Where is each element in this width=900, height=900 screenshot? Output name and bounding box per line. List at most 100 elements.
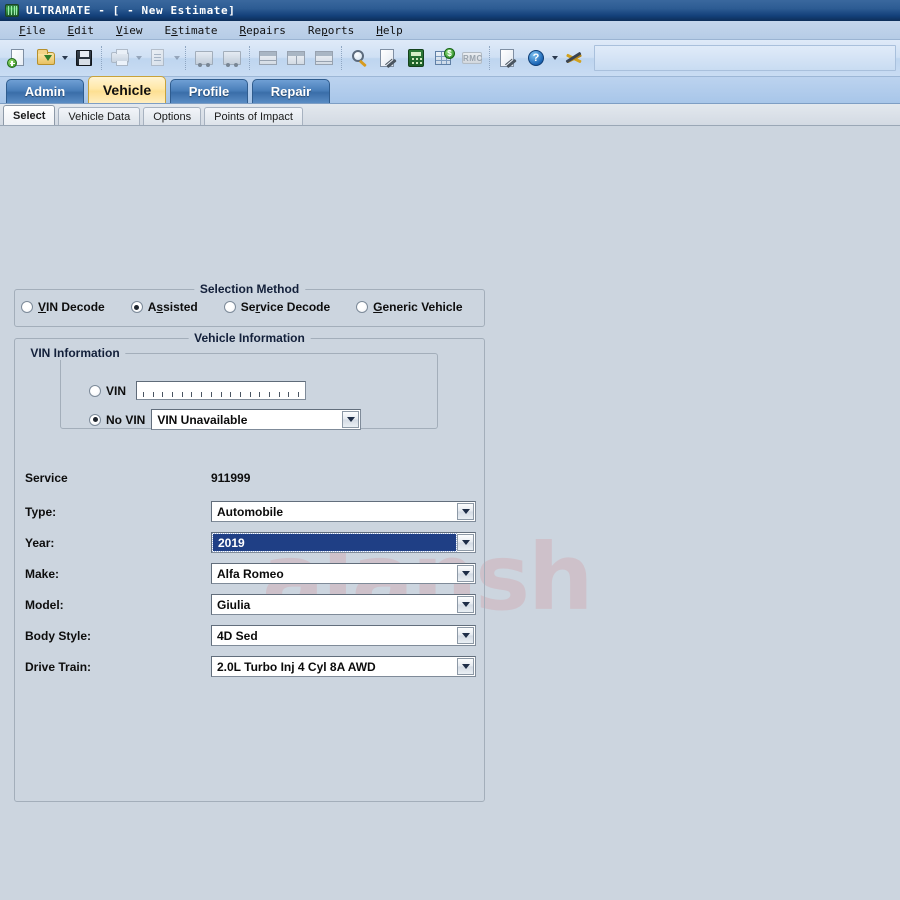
menu-bar: File Edit View Estimate Repairs Reports …	[0, 21, 900, 40]
radio-dot-icon	[130, 301, 143, 313]
help-dropdown-icon[interactable]	[550, 43, 560, 73]
label-model: Model:	[25, 597, 64, 612]
open-folder-dropdown-icon[interactable]	[60, 43, 70, 73]
document-settings-icon[interactable]	[374, 43, 402, 73]
vin-tick	[220, 392, 222, 397]
menu-estimate[interactable]: Estimate	[154, 24, 229, 37]
type-combo[interactable]: Automobile	[211, 501, 476, 522]
open-folder-icon[interactable]	[32, 43, 60, 73]
print-preview-dropdown-icon[interactable]	[172, 43, 182, 73]
layout-split-icon[interactable]	[282, 43, 310, 73]
main-tab-bar: Admin Vehicle Profile Repair	[0, 76, 900, 104]
chevron-down-icon[interactable]	[457, 596, 474, 613]
radio-label-vin: VIN	[106, 383, 127, 398]
layout-bottom-icon[interactable]	[310, 43, 338, 73]
export-vehicle-icon[interactable]	[218, 43, 246, 73]
model-combo[interactable]: Giulia	[211, 594, 476, 615]
body-style-combo[interactable]: 4D Sed	[211, 625, 476, 646]
toolbar-separator	[185, 46, 187, 70]
radio-generic-vehicle[interactable]: Generic Vehicle	[356, 300, 463, 314]
menu-help[interactable]: Help	[365, 24, 414, 37]
radio-no-vin[interactable]: No VIN	[89, 413, 145, 427]
chevron-down-icon[interactable]	[457, 565, 474, 582]
subtab-points-of-impact[interactable]: Points of Impact	[204, 107, 303, 125]
print-icon[interactable]	[106, 43, 134, 73]
subtab-options[interactable]: Options	[143, 107, 202, 125]
help-question-icon[interactable]: ?	[522, 43, 550, 73]
make-combo[interactable]: Alfa Romeo	[211, 563, 476, 584]
window-title: ULTRAMATE - [ - New Estimate]	[26, 4, 236, 17]
radio-dot-icon	[223, 301, 236, 313]
print-dropdown-icon[interactable]	[134, 43, 144, 73]
vin-information-legend: VIN Information	[24, 346, 126, 360]
toolbar-separator	[101, 46, 103, 70]
tab-profile[interactable]: Profile	[170, 79, 248, 103]
chevron-down-icon[interactable]	[457, 658, 474, 675]
radio-assisted[interactable]: Assisted	[130, 300, 198, 314]
layout-top-icon[interactable]	[254, 43, 282, 73]
radio-label-assisted: Assisted	[147, 300, 198, 314]
save-floppy-icon[interactable]	[70, 43, 98, 73]
radio-service-decode[interactable]: Service Decode	[223, 300, 331, 314]
chevron-down-icon[interactable]	[457, 627, 474, 644]
search-key-icon[interactable]	[346, 43, 374, 73]
radio-vin-decode[interactable]: VIN Decode	[21, 300, 105, 314]
chevron-down-icon[interactable]	[457, 503, 474, 520]
menu-edit[interactable]: Edit	[57, 24, 106, 37]
no-vin-reason-combo[interactable]: VIN Unavailable	[151, 409, 362, 430]
selection-method-group: Selection Method VIN Decode Assisted Ser…	[14, 282, 485, 327]
vin-tick	[181, 392, 183, 397]
radio-dot-icon	[89, 384, 101, 397]
toolbar-separator	[249, 46, 251, 70]
dollar-badge: $	[444, 48, 455, 59]
vin-tick	[239, 392, 241, 397]
vin-tick	[298, 392, 300, 397]
import-vehicle-icon[interactable]	[190, 43, 218, 73]
radio-dot-icon	[356, 301, 369, 313]
vin-input[interactable]	[136, 381, 307, 400]
label-service: Service	[25, 470, 68, 485]
print-preview-icon[interactable]	[144, 43, 172, 73]
sub-tab-bar: Select Vehicle Data Options Points of Im…	[0, 104, 900, 126]
tools-wrench-icon[interactable]	[560, 43, 588, 73]
field-row-make: Make: Alfa Romeo	[25, 563, 476, 584]
subtab-vehicle-data[interactable]: Vehicle Data	[58, 107, 141, 125]
subtab-select[interactable]: Select	[3, 105, 56, 125]
toolbar-separator	[489, 46, 491, 70]
vin-tick	[143, 392, 145, 397]
radio-label-service-decode: Service Decode	[240, 300, 331, 314]
toolbar-empty-trough	[594, 45, 896, 71]
document-wrench-icon[interactable]	[494, 43, 522, 73]
radio-dot-icon	[21, 301, 33, 313]
vin-tick	[191, 392, 193, 397]
no-vin-row: No VIN VIN Unavailable	[89, 409, 362, 430]
menu-file[interactable]: File	[8, 24, 57, 37]
rmc-icon[interactable]: RMC	[458, 43, 486, 73]
tab-repair[interactable]: Repair	[252, 79, 330, 103]
vin-tick	[162, 392, 164, 397]
body-style-value: 4D Sed	[217, 628, 258, 643]
chevron-down-icon[interactable]	[457, 534, 474, 551]
radio-dot-icon	[89, 413, 101, 426]
menu-reports[interactable]: Reports	[297, 24, 365, 37]
vin-tick	[201, 392, 203, 397]
tab-admin[interactable]: Admin	[6, 79, 84, 103]
calculator-icon[interactable]	[402, 43, 430, 73]
radio-vin[interactable]: VIN	[89, 384, 126, 398]
chevron-down-icon[interactable]	[342, 411, 360, 428]
title-bar: ULTRAMATE - [ - New Estimate]	[0, 0, 900, 21]
field-row-year: Year: 2019	[25, 532, 476, 553]
menu-repairs[interactable]: Repairs	[229, 24, 297, 37]
drive-train-combo[interactable]: 2.0L Turbo Inj 4 Cyl 8A AWD	[211, 656, 476, 677]
vehicle-information-legend: Vehicle Information	[188, 331, 311, 345]
rate-grid-dollar-icon[interactable]: $	[430, 43, 458, 73]
make-value: Alfa Romeo	[217, 566, 284, 581]
menu-view[interactable]: View	[105, 24, 154, 37]
tab-vehicle[interactable]: Vehicle	[88, 76, 166, 103]
new-estimate-icon[interactable]	[4, 43, 32, 73]
ultramate-application-window: ULTRAMATE - [ - New Estimate] File Edit …	[0, 0, 900, 900]
selection-method-radio-row: VIN Decode Assisted Service Decode Gener…	[21, 300, 478, 314]
vin-tick	[152, 392, 154, 397]
vin-row: VIN	[89, 381, 307, 400]
year-combo[interactable]: 2019	[211, 532, 476, 553]
